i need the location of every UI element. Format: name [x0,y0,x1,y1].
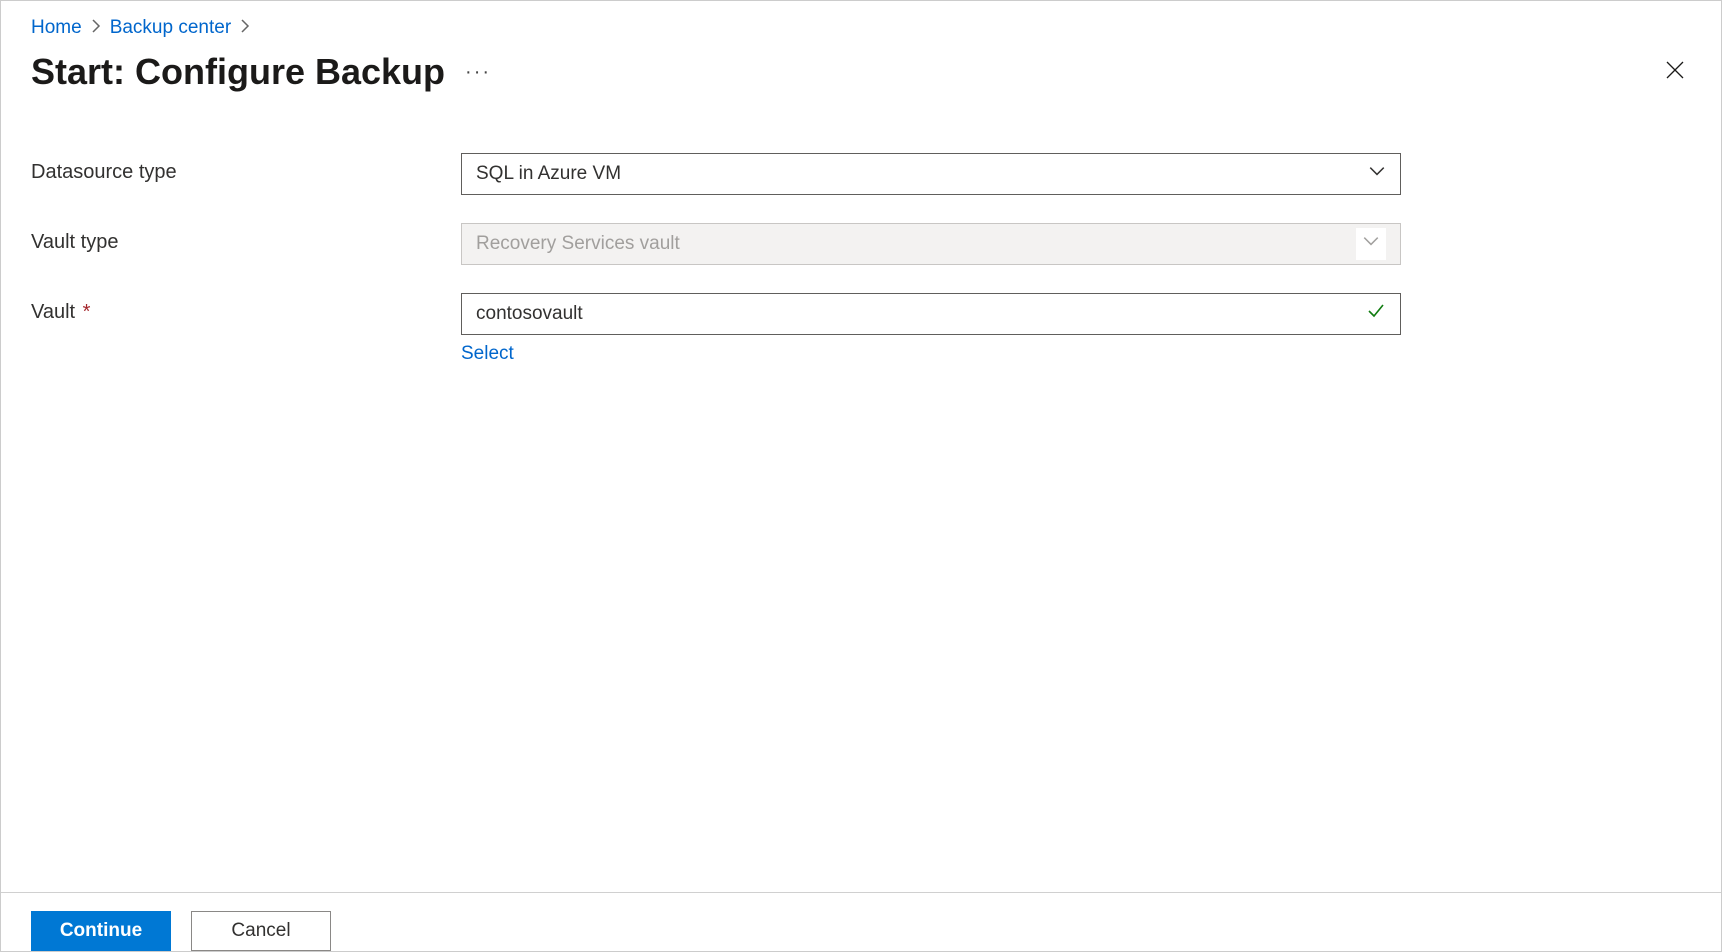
form-area: Datasource type SQL in Azure VM Vault ty… [1,113,1721,892]
chevron-down-icon [1356,228,1386,260]
datasource-type-label: Datasource type [31,153,461,184]
vault-type-label: Vault type [31,223,461,254]
page-header: Start: Configure Backup ··· [1,47,1721,113]
vault-select-link[interactable]: Select [461,343,514,365]
vault-value: contosovault [476,303,583,325]
breadcrumb-home-link[interactable]: Home [31,17,82,39]
vault-type-row: Vault type Recovery Services vault [31,223,1691,265]
vault-row: Vault * contosovault Select [31,293,1691,365]
more-actions-icon[interactable]: ··· [465,61,491,84]
close-button[interactable] [1659,54,1691,90]
datasource-type-value: SQL in Azure VM [476,163,621,185]
datasource-type-select[interactable]: SQL in Azure VM [461,153,1401,195]
vault-label-text: Vault [31,301,75,323]
chevron-down-icon [1368,162,1386,186]
vault-input[interactable]: contosovault [461,293,1401,335]
vault-label: Vault * [31,293,461,324]
cancel-button[interactable]: Cancel [191,911,331,951]
vault-type-value: Recovery Services vault [476,233,680,255]
vault-type-select: Recovery Services vault [461,223,1401,265]
chevron-right-icon [237,18,253,39]
footer-bar: Continue Cancel [1,892,1721,951]
page-title: Start: Configure Backup [31,51,445,93]
required-asterisk: * [83,301,91,323]
breadcrumb-backup-center-link[interactable]: Backup center [110,17,231,39]
datasource-type-row: Datasource type SQL in Azure VM [31,153,1691,195]
continue-button[interactable]: Continue [31,911,171,951]
chevron-right-icon [88,18,104,39]
checkmark-icon [1366,301,1386,327]
close-icon [1665,60,1685,80]
breadcrumb: Home Backup center [1,1,1721,47]
